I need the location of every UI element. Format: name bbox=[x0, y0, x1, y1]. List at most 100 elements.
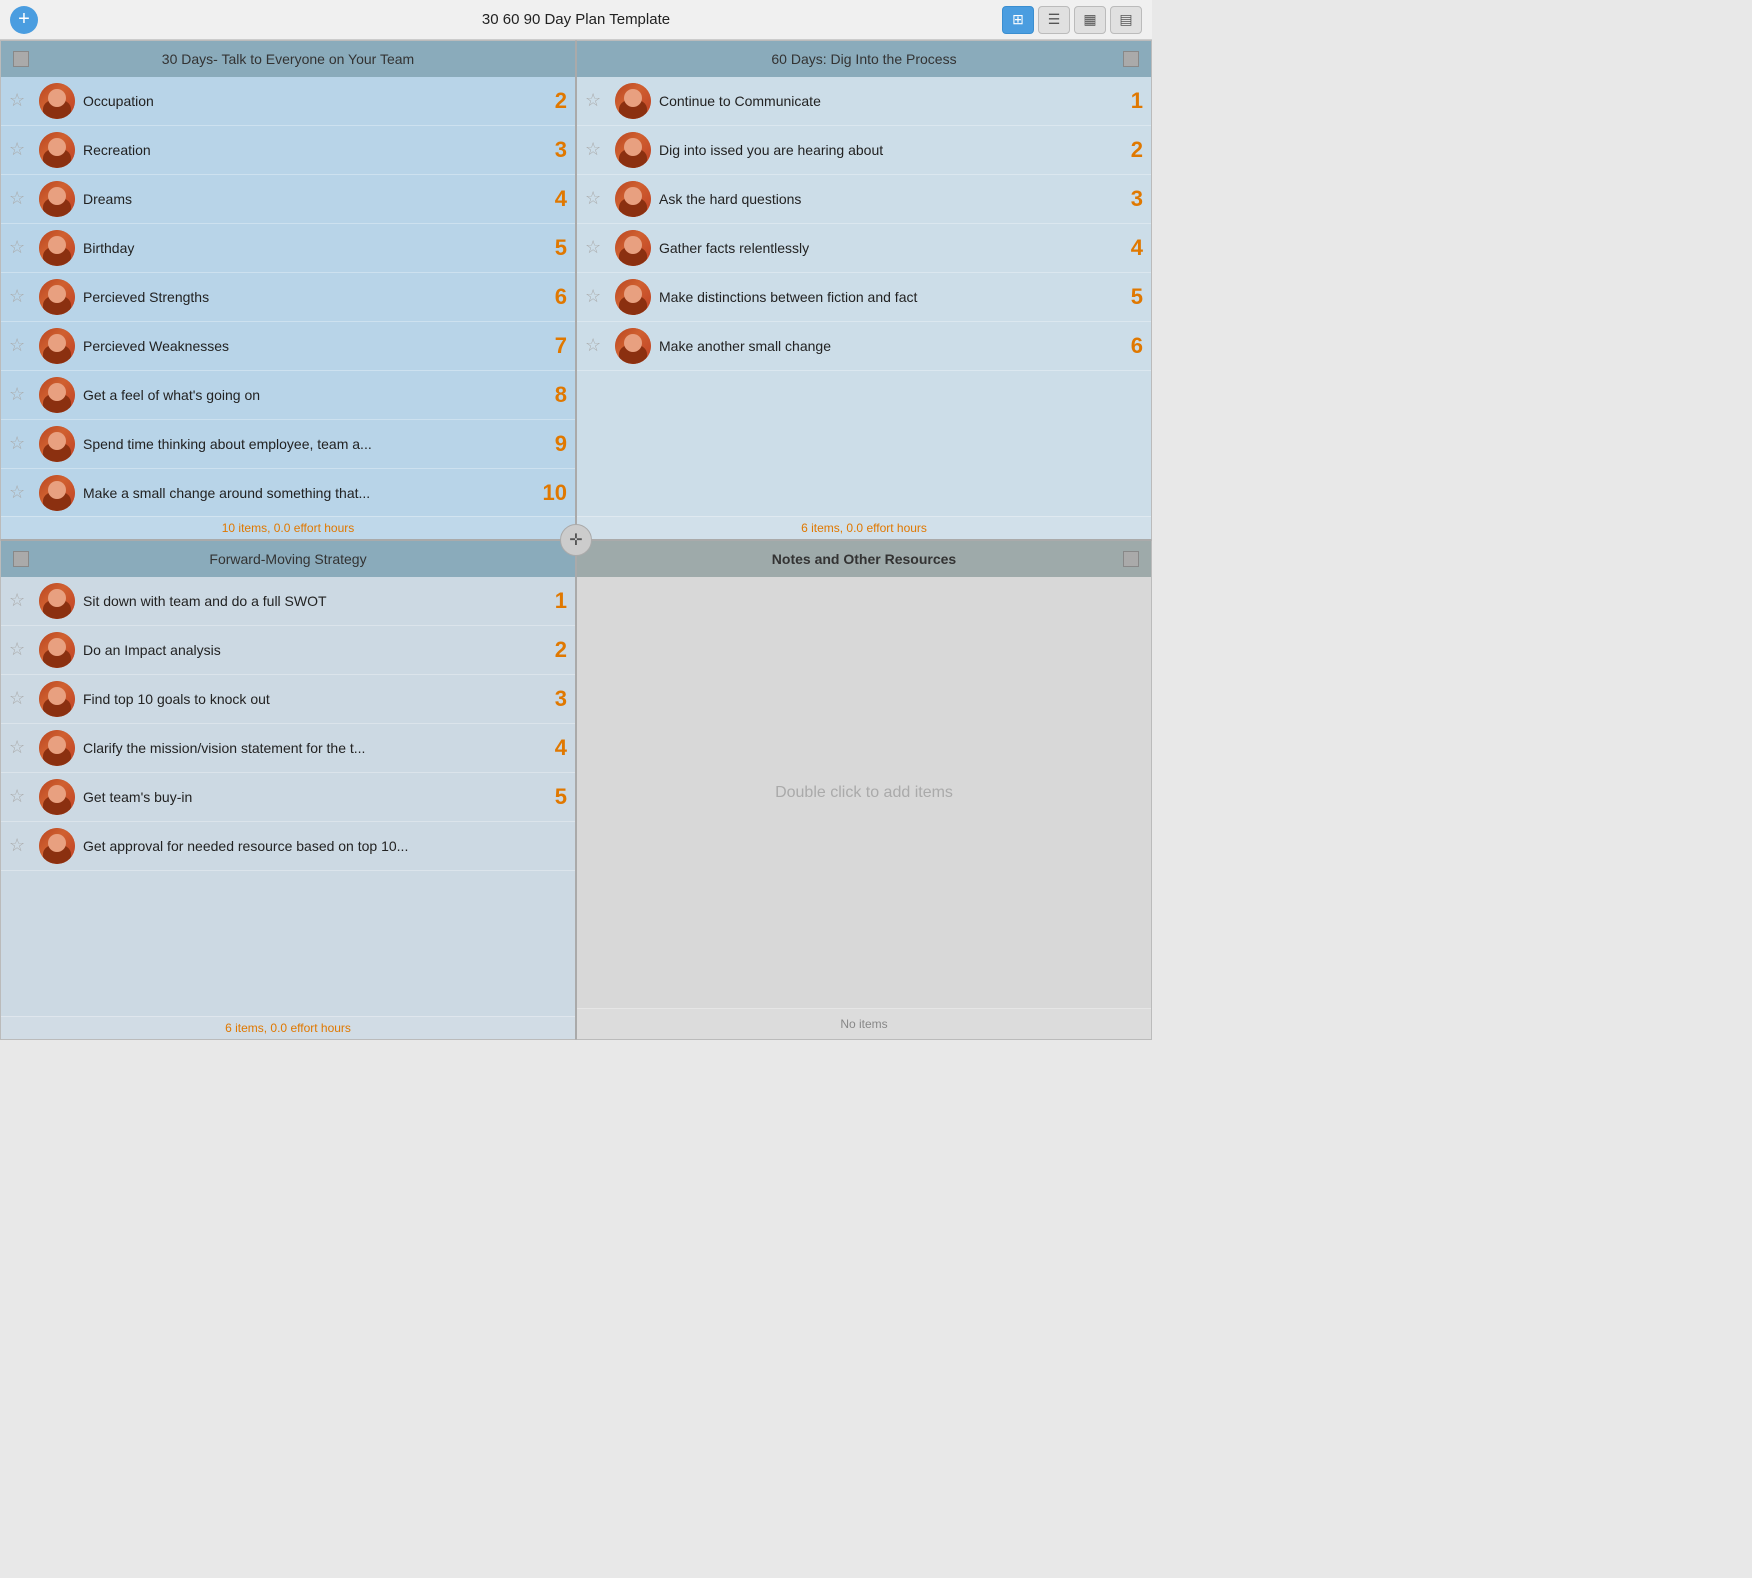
view-controls: ⊞ ☰ ▦ ▤ bbox=[1002, 6, 1142, 34]
item-text: Percieved Weaknesses bbox=[83, 338, 537, 354]
avatar bbox=[615, 132, 651, 168]
list-item[interactable]: ☆ Continue to Communicate 1 bbox=[577, 77, 1151, 126]
star-icon[interactable]: ☆ bbox=[585, 286, 607, 308]
quadrant-60days: 60 Days: Dig Into the Process ☆ Continue… bbox=[576, 40, 1152, 540]
avatar bbox=[39, 583, 75, 619]
item-number: 2 bbox=[537, 88, 567, 114]
list-item[interactable]: ☆ Dig into issed you are hearing about 2 bbox=[577, 126, 1151, 175]
avatar bbox=[615, 279, 651, 315]
star-icon[interactable]: ☆ bbox=[9, 737, 31, 759]
avatar bbox=[615, 230, 651, 266]
list-item[interactable]: ☆ Birthday 5 bbox=[1, 224, 575, 273]
q1-footer: 10 items, 0.0 effort hours bbox=[1, 516, 575, 539]
star-icon[interactable]: ☆ bbox=[9, 590, 31, 612]
item-number: 3 bbox=[1113, 186, 1143, 212]
list-item[interactable]: ☆ Occupation 2 bbox=[1, 77, 575, 126]
q2-checkbox[interactable] bbox=[1123, 51, 1139, 67]
list-item[interactable]: ☆ Make distinctions between fiction and … bbox=[577, 273, 1151, 322]
star-icon[interactable]: ☆ bbox=[585, 139, 607, 161]
list-item[interactable]: ☆ Get team's buy-in 5 bbox=[1, 773, 575, 822]
star-icon[interactable]: ☆ bbox=[585, 188, 607, 210]
avatar bbox=[39, 181, 75, 217]
item-number: 4 bbox=[537, 735, 567, 761]
chart-view-button[interactable]: ▤ bbox=[1110, 6, 1142, 34]
avatar bbox=[39, 475, 75, 511]
star-icon[interactable]: ☆ bbox=[585, 237, 607, 259]
star-icon[interactable]: ☆ bbox=[9, 688, 31, 710]
star-icon[interactable]: ☆ bbox=[9, 786, 31, 808]
item-text: Sit down with team and do a full SWOT bbox=[83, 593, 537, 609]
avatar bbox=[39, 377, 75, 413]
star-icon[interactable]: ☆ bbox=[9, 482, 31, 504]
item-number: 7 bbox=[537, 333, 567, 359]
item-number: 5 bbox=[537, 235, 567, 261]
star-icon[interactable]: ☆ bbox=[585, 90, 607, 112]
list-item[interactable]: ☆ Find top 10 goals to knock out 3 bbox=[1, 675, 575, 724]
q1-header: 30 Days- Talk to Everyone on Your Team bbox=[1, 41, 575, 77]
star-icon[interactable]: ☆ bbox=[585, 335, 607, 357]
q2-footer: 6 items, 0.0 effort hours bbox=[577, 516, 1151, 539]
item-text: Dig into issed you are hearing about bbox=[659, 142, 1113, 158]
item-number: 5 bbox=[1113, 284, 1143, 310]
list-item[interactable]: ☆ Dreams 4 bbox=[1, 175, 575, 224]
star-icon[interactable]: ☆ bbox=[9, 335, 31, 357]
list-item[interactable]: ☆ Recreation 3 bbox=[1, 126, 575, 175]
calendar-view-button[interactable]: ▦ bbox=[1074, 6, 1106, 34]
star-icon[interactable]: ☆ bbox=[9, 835, 31, 857]
star-icon[interactable]: ☆ bbox=[9, 90, 31, 112]
q1-title: 30 Days- Talk to Everyone on Your Team bbox=[29, 51, 547, 67]
grid-view-button[interactable]: ⊞ bbox=[1002, 6, 1034, 34]
avatar bbox=[39, 681, 75, 717]
item-number: 10 bbox=[537, 480, 567, 506]
item-text: Find top 10 goals to knock out bbox=[83, 691, 537, 707]
item-text: Make distinctions between fiction and fa… bbox=[659, 289, 1113, 305]
list-item[interactable]: ☆ Get approval for needed resource based… bbox=[1, 822, 575, 871]
item-text: Birthday bbox=[83, 240, 537, 256]
q3-footer: 6 items, 0.0 effort hours bbox=[1, 1016, 575, 1039]
star-icon[interactable]: ☆ bbox=[9, 188, 31, 210]
item-text: Make a small change around something tha… bbox=[83, 485, 537, 501]
list-item[interactable]: ☆ Ask the hard questions 3 bbox=[577, 175, 1151, 224]
list-item[interactable]: ☆ Percieved Strengths 6 bbox=[1, 273, 575, 322]
item-text: Occupation bbox=[83, 93, 537, 109]
item-text: Dreams bbox=[83, 191, 537, 207]
list-item[interactable]: ☆ Spend time thinking about employee, te… bbox=[1, 420, 575, 469]
avatar bbox=[39, 426, 75, 462]
list-item[interactable]: ☆ Percieved Weaknesses 7 bbox=[1, 322, 575, 371]
item-text: Gather facts relentlessly bbox=[659, 240, 1113, 256]
avatar bbox=[615, 328, 651, 364]
list-item[interactable]: ☆ Clarify the mission/vision statement f… bbox=[1, 724, 575, 773]
star-icon[interactable]: ☆ bbox=[9, 384, 31, 406]
avatar bbox=[39, 779, 75, 815]
item-number: 3 bbox=[537, 686, 567, 712]
q4-items-list[interactable]: Double click to add items bbox=[577, 577, 1151, 1008]
star-icon[interactable]: ☆ bbox=[9, 433, 31, 455]
list-item[interactable]: ☆ Do an Impact analysis 2 bbox=[1, 626, 575, 675]
list-item[interactable]: ☆ Make another small change 6 bbox=[577, 322, 1151, 371]
q4-checkbox[interactable] bbox=[1123, 551, 1139, 567]
item-number: 3 bbox=[537, 137, 567, 163]
avatar bbox=[39, 328, 75, 364]
list-item[interactable]: ☆ Gather facts relentlessly 4 bbox=[577, 224, 1151, 273]
list-item[interactable]: ☆ Make a small change around something t… bbox=[1, 469, 575, 516]
avatar bbox=[39, 230, 75, 266]
star-icon[interactable]: ☆ bbox=[9, 286, 31, 308]
add-button[interactable]: + bbox=[10, 6, 38, 34]
q1-checkbox[interactable] bbox=[13, 51, 29, 67]
list-item[interactable]: ☆ Get a feel of what's going on 8 bbox=[1, 371, 575, 420]
avatar bbox=[39, 279, 75, 315]
item-number: 4 bbox=[537, 186, 567, 212]
item-number: 8 bbox=[537, 382, 567, 408]
star-icon[interactable]: ☆ bbox=[9, 639, 31, 661]
avatar bbox=[39, 730, 75, 766]
item-text: Do an Impact analysis bbox=[83, 642, 537, 658]
list-view-button[interactable]: ☰ bbox=[1038, 6, 1070, 34]
star-icon[interactable]: ☆ bbox=[9, 139, 31, 161]
q3-checkbox[interactable] bbox=[13, 551, 29, 567]
q3-items-list: ☆ Sit down with team and do a full SWOT … bbox=[1, 577, 575, 1016]
list-item[interactable]: ☆ Sit down with team and do a full SWOT … bbox=[1, 577, 575, 626]
resize-drag-handle[interactable]: ✛ bbox=[560, 524, 592, 556]
star-icon[interactable]: ☆ bbox=[9, 237, 31, 259]
add-items-hint[interactable]: Double click to add items bbox=[577, 577, 1151, 1008]
add-items-hint-text: Double click to add items bbox=[775, 784, 953, 802]
